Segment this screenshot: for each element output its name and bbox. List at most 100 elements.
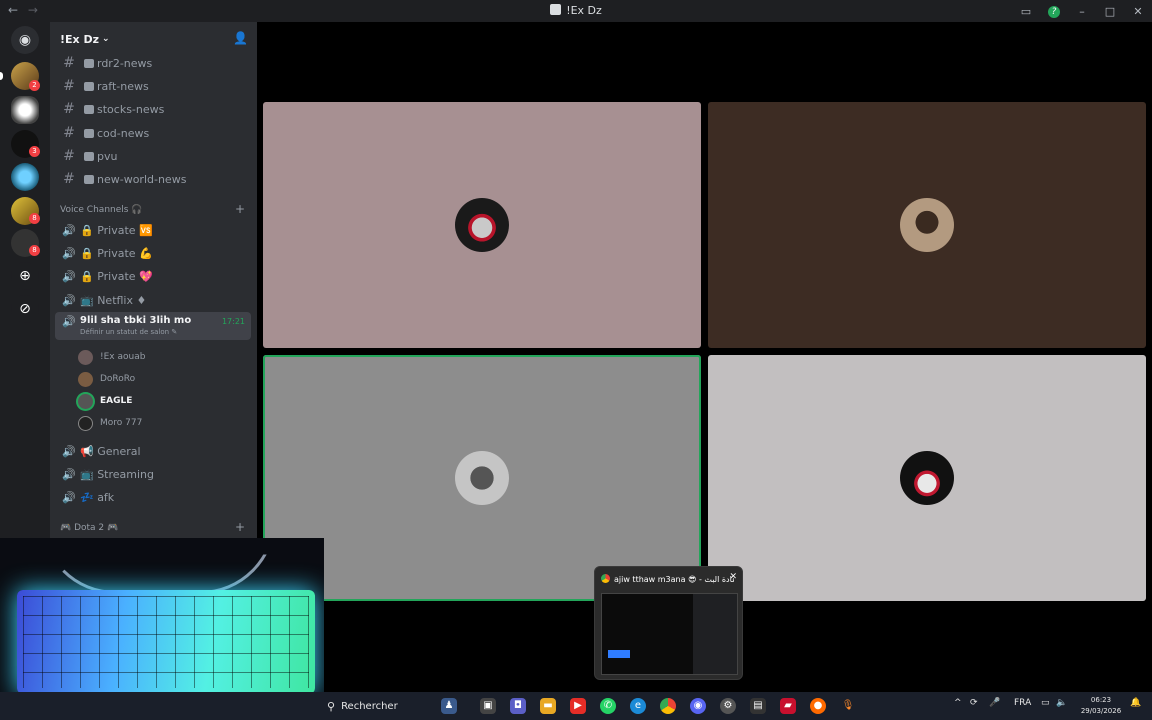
minimize-button[interactable]: – (1068, 5, 1096, 18)
participant-tile[interactable] (708, 102, 1146, 348)
app-red-icon[interactable]: ▰ (780, 698, 796, 714)
channel-name: cod-news (97, 126, 150, 140)
create-channel-icon[interactable]: + (235, 202, 245, 216)
app-orange-icon[interactable]: ● (810, 698, 826, 714)
voice-channel-name: 📺 Streaming (80, 467, 155, 481)
taskbar-search[interactable]: ⚲ Rechercher (327, 696, 398, 716)
mention-badge: 8 (29, 213, 40, 224)
participant-tile-speaking[interactable] (263, 355, 701, 601)
widget-figure-icon[interactable]: ♟ (441, 698, 457, 714)
file-explorer-icon[interactable]: ▬ (540, 698, 556, 714)
dota-category[interactable]: 🎮 Dota 2 🎮 (60, 523, 118, 533)
voice-channel-name: 💤 afk (80, 490, 115, 504)
edge-icon[interactable]: e (630, 698, 646, 714)
voice-channel-name: 🔒 Private 💪 (80, 246, 153, 260)
channel-name: new-world-news (97, 172, 187, 186)
channel-emoji-icon (84, 151, 94, 161)
channel-emoji-icon (84, 81, 94, 91)
voice-channel[interactable]: 🔊 🔒 Private 🆚 (55, 219, 251, 241)
voice-channel[interactable]: 🔊 📢 General (55, 440, 251, 462)
microphone-icon[interactable]: 🎙 (840, 698, 856, 714)
mention-badge: 2 (29, 80, 40, 91)
voice-channel-name: 9lil sha tbki 3lih mo (80, 315, 192, 326)
server-header[interactable]: !Ex Dz ⌄ 👤 (50, 22, 257, 56)
maximize-button[interactable]: □ (1096, 5, 1124, 18)
terminal-icon[interactable]: ▤ (750, 698, 766, 714)
avatar (78, 393, 93, 409)
voice-channel[interactable]: 🔊 📺 Netflix ♦ (55, 289, 251, 311)
network-icon[interactable]: ▭ (1041, 698, 1050, 708)
youtube-icon[interactable]: ▶ (570, 698, 586, 714)
thumbnail-highlight (608, 650, 630, 658)
voice-channel[interactable]: 🔊 📺 Streaming (55, 463, 251, 485)
voice-channel[interactable]: 🔊 🔒 Private 💖 (55, 265, 251, 287)
window-title: !Ex Dz (0, 4, 1152, 17)
thumbnail-panel (693, 594, 737, 674)
voice-user[interactable]: !Ex aouab (78, 347, 145, 367)
volume-icon[interactable]: 🔈 (1056, 698, 1067, 708)
close-icon[interactable]: ✕ (729, 572, 737, 582)
language-indicator[interactable]: FRA (1014, 698, 1031, 708)
system-clock[interactable]: 06:23 29/03/2026 (1076, 695, 1126, 717)
username: Moro 777 (100, 418, 143, 428)
avatar (900, 198, 954, 252)
text-channel[interactable]: # new-world-news (55, 168, 251, 190)
channel-name: raft-news (97, 79, 149, 93)
discord-icon[interactable]: ◉ (690, 698, 706, 714)
voice-user-speaking[interactable]: EAGLE (78, 391, 132, 411)
invite-people-icon[interactable]: 👤 (233, 31, 248, 45)
settings-icon[interactable]: ⚙ (720, 698, 736, 714)
text-channel[interactable]: # cod-news (55, 122, 251, 144)
taskbar-thumbnail-preview[interactable]: ajiw tthaw m3ana 😎 - إعادة البث ... ✕ (594, 566, 743, 680)
voice-user[interactable]: Moro 777 (78, 413, 142, 433)
task-view-icon[interactable]: ▣ (480, 698, 496, 714)
mic-tray-icon[interactable]: 🎤 (989, 698, 1000, 708)
preview-thumbnail[interactable] (601, 593, 738, 675)
discover-icon[interactable]: ⊘ (11, 295, 39, 323)
voice-channel[interactable]: 🔊 🔒 Private 💪 (55, 242, 251, 264)
sync-icon[interactable]: ⟳ (970, 698, 978, 708)
channel-name: stocks-news (97, 102, 165, 116)
search-icon: ⚲ (327, 699, 336, 713)
avatar (900, 451, 954, 505)
preview-title-text: ajiw tthaw m3ana 😎 - إعادة البث ... (614, 575, 734, 584)
hash-icon: # (63, 78, 75, 94)
create-channel-icon[interactable]: + (235, 520, 245, 534)
chrome-icon[interactable] (660, 698, 676, 714)
whatsapp-icon[interactable]: ✆ (600, 698, 616, 714)
inbox-icon[interactable]: ▭ (1012, 5, 1040, 18)
hash-icon: # (63, 148, 75, 164)
voice-channel[interactable]: 🔊 💤 afk (55, 486, 251, 508)
avatar (78, 349, 93, 365)
add-server-icon[interactable]: ⊕ (11, 262, 39, 290)
active-voice-channel[interactable]: 🔊 9lil sha tbki 3lih mo 17:21 Définir un… (55, 312, 251, 340)
webcam-overlay (0, 538, 324, 696)
voice-user[interactable]: DoRoRo (78, 369, 135, 389)
participant-tile[interactable] (263, 102, 701, 348)
discord-home-icon[interactable]: ◉ (11, 26, 39, 54)
tray-chevron-icon[interactable]: ^ (954, 698, 962, 708)
channel-name: pvu (97, 149, 118, 163)
rgb-keyboard-image (17, 590, 315, 694)
avatar (455, 451, 509, 505)
help-button[interactable]: ? (1040, 4, 1068, 18)
text-channel[interactable]: # pvu (55, 145, 251, 167)
help-icon: ? (1048, 6, 1060, 18)
text-channel[interactable]: # raft-news (55, 75, 251, 97)
text-channel[interactable]: # rdr2-news (55, 52, 251, 74)
voice-category[interactable]: Voice Channels 🎧 (60, 205, 143, 215)
clock-time: 06:23 (1090, 696, 1112, 704)
channel-status[interactable]: Définir un statut de salon ✎ (80, 328, 177, 336)
teams-icon[interactable]: ◘ (510, 698, 526, 714)
channel-emoji-icon (84, 58, 94, 68)
hash-icon: # (63, 125, 75, 141)
participant-tile[interactable] (708, 355, 1146, 601)
speaker-icon: 🔊 (62, 223, 76, 237)
server-icon-4[interactable] (11, 163, 39, 191)
notification-bell-icon[interactable]: 🔔 (1130, 698, 1141, 708)
server-icon-2[interactable] (11, 96, 39, 124)
voice-channel-name: 🔒 Private 🆚 (80, 223, 153, 237)
chrome-icon (601, 574, 610, 583)
text-channel[interactable]: # stocks-news (55, 98, 251, 120)
close-button[interactable]: ✕ (1124, 5, 1152, 18)
